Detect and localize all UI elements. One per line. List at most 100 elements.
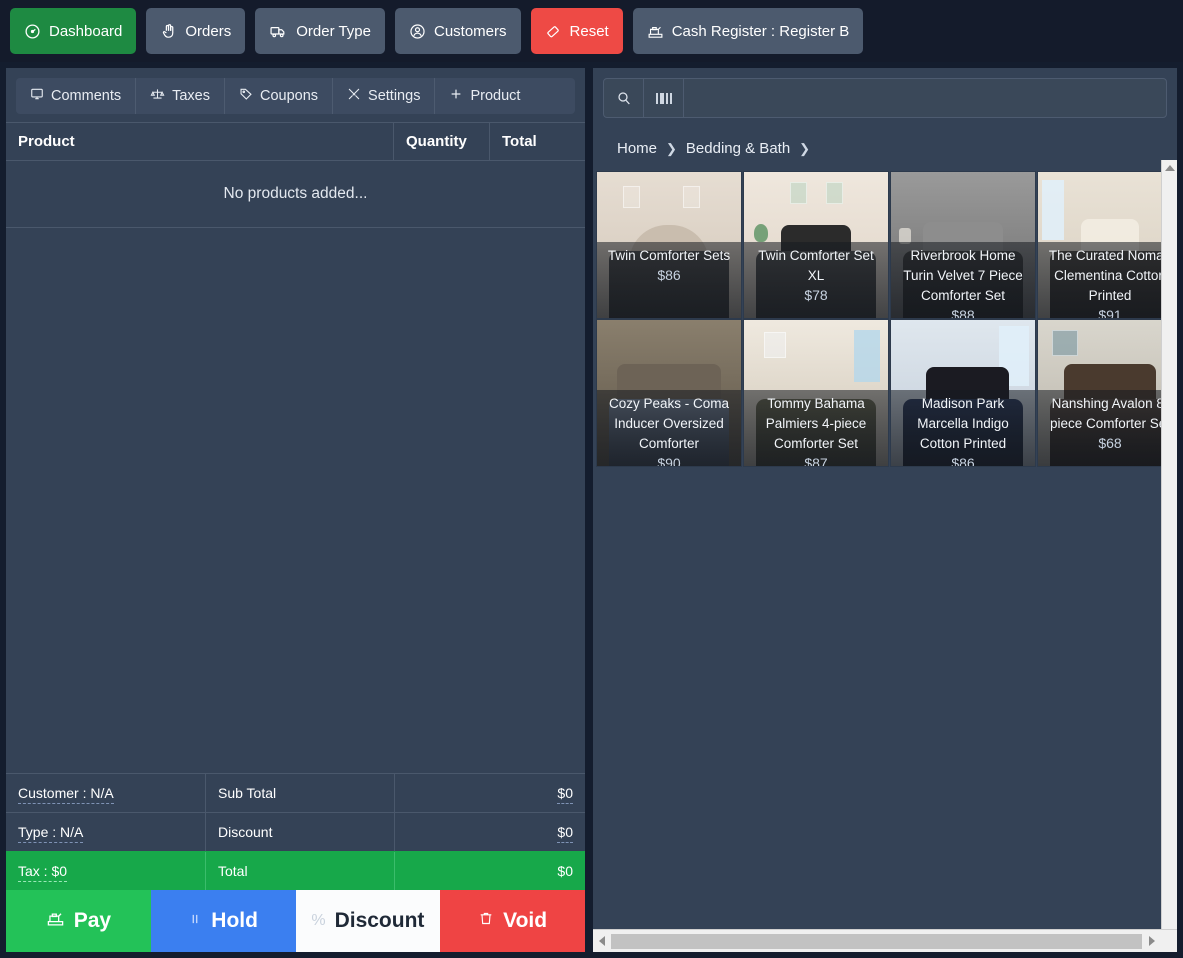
- tools-icon: [347, 87, 361, 105]
- discount-label: Discount: [334, 909, 425, 932]
- product-card[interactable]: Cozy Peaks - Coma Inducer Oversized Comf…: [596, 319, 742, 467]
- product-title: Riverbrook Home Turin Velvet 7 Piece Com…: [903, 248, 1023, 304]
- product-grid-scroll-area: Twin Comforter Sets $86 Twin Comforter S…: [593, 171, 1177, 952]
- scroll-right-button[interactable]: [1143, 936, 1160, 946]
- nav-button-cash-register[interactable]: Cash Register : Register B: [632, 8, 864, 54]
- customer-selector[interactable]: Customer : N/A: [6, 774, 206, 812]
- toolbar-filler: [534, 78, 575, 114]
- tab-taxes[interactable]: Taxes: [136, 78, 225, 114]
- product-title: Madison Park Marcella Indigo Cotton Prin…: [917, 396, 1009, 452]
- nav-label-customers: Customers: [434, 22, 507, 40]
- product-card[interactable]: Nanshing Avalon 8-piece Comforter Set $6…: [1037, 319, 1177, 467]
- chevron-right-icon: ❯: [666, 140, 677, 156]
- product-card[interactable]: Twin Comforter Set XL $78: [743, 171, 889, 319]
- product-title: Cozy Peaks - Coma Inducer Oversized Comf…: [608, 396, 730, 452]
- summary-row-total: Tax : $0 Total $0: [6, 851, 585, 890]
- hold-button[interactable]: Hold: [150, 890, 296, 952]
- products-panel: Home ❯ Bedding & Bath ❯ Twin Comforter S…: [593, 68, 1177, 952]
- trash-icon: [478, 909, 494, 933]
- truck-icon: [269, 23, 288, 40]
- plus-icon: [449, 87, 463, 105]
- product-price: $91: [1098, 307, 1122, 319]
- top-navigation-bar: Dashboard Orders Order Type Customers Re…: [0, 0, 1183, 62]
- product-title: Twin Comforter Set XL: [758, 248, 874, 284]
- product-price: $78: [804, 287, 828, 304]
- product-grid: Twin Comforter Sets $86 Twin Comforter S…: [596, 171, 1177, 467]
- search-bar: [603, 78, 1167, 118]
- void-button[interactable]: Void: [440, 890, 585, 952]
- product-card[interactable]: The Curated Nomad Clementina Cotton Prin…: [1037, 171, 1177, 319]
- nav-button-orders[interactable]: Orders: [146, 8, 246, 54]
- tag-icon: [239, 87, 253, 105]
- nav-button-dashboard[interactable]: Dashboard: [10, 8, 137, 54]
- column-header-total: Total: [489, 123, 585, 160]
- product-price: $87: [804, 455, 828, 467]
- main-layout: Comments Taxes Coupons Settings Product …: [0, 62, 1183, 958]
- dashboard-icon: [24, 23, 41, 40]
- horizontal-scroll-thumb[interactable]: [611, 933, 1142, 949]
- hand-pointer-icon: [160, 23, 177, 40]
- product-title: Tommy Bahama Palmiers 4-piece Comforter …: [765, 396, 867, 452]
- product-card[interactable]: Twin Comforter Sets $86: [596, 171, 742, 319]
- tab-label-add-product: Product: [470, 88, 521, 104]
- eraser-icon: [545, 23, 562, 40]
- cart-action-bar: Pay Hold % Discount Void: [6, 890, 585, 952]
- nav-label-order-type: Order Type: [296, 22, 371, 40]
- nav-label-orders: Orders: [185, 22, 232, 40]
- summary-row-subtotal: Customer : N/A Sub Total $0: [6, 773, 585, 812]
- product-card[interactable]: Madison Park Marcella Indigo Cotton Prin…: [890, 319, 1036, 467]
- comment-screen-icon: [30, 87, 44, 105]
- scale-balance-icon: [150, 87, 165, 105]
- product-price: $68: [1098, 435, 1122, 452]
- tab-coupons[interactable]: Coupons: [225, 78, 334, 114]
- cash-register-icon: [46, 909, 65, 934]
- summary-value-subtotal: $0: [395, 774, 585, 812]
- column-header-quantity: Quantity: [393, 123, 489, 160]
- nav-label-dashboard: Dashboard: [49, 22, 123, 40]
- summary-row-discount: Type : N/A Discount $0: [6, 812, 585, 851]
- nav-button-reset[interactable]: Reset: [530, 8, 623, 54]
- cart-table-header: Product Quantity Total: [6, 122, 585, 161]
- summary-label-discount: Discount: [206, 813, 395, 851]
- scroll-left-button[interactable]: [593, 936, 610, 946]
- product-price: $86: [657, 267, 681, 284]
- cart-panel: Comments Taxes Coupons Settings Product …: [6, 68, 585, 952]
- breadcrumb-item-category[interactable]: Bedding & Bath: [686, 140, 790, 157]
- column-header-product: Product: [18, 133, 75, 150]
- tab-add-product[interactable]: Product: [435, 78, 534, 114]
- product-price: $88: [951, 307, 975, 319]
- product-card[interactable]: Riverbrook Home Turin Velvet 7 Piece Com…: [890, 171, 1036, 319]
- nav-label-reset: Reset: [569, 22, 609, 40]
- scroll-up-icon[interactable]: [1164, 165, 1175, 171]
- search-icon[interactable]: [604, 79, 644, 117]
- tab-settings[interactable]: Settings: [333, 78, 436, 114]
- summary-label-total: Total: [206, 852, 395, 890]
- search-input[interactable]: [684, 79, 1166, 117]
- cart-empty-message: No products added...: [6, 161, 585, 228]
- breadcrumb: Home ❯ Bedding & Bath ❯: [593, 127, 1177, 171]
- order-type-selector[interactable]: Type : N/A: [6, 813, 206, 851]
- cart-toolbar: Comments Taxes Coupons Settings Product: [6, 68, 585, 122]
- barcode-icon[interactable]: [644, 79, 684, 117]
- breadcrumb-item-home[interactable]: Home: [617, 140, 657, 157]
- nav-button-customers[interactable]: Customers: [395, 8, 521, 54]
- tab-comments[interactable]: Comments: [16, 78, 137, 114]
- user-circle-icon: [409, 23, 426, 40]
- summary-value-total: $0: [557, 863, 573, 879]
- product-title: The Curated Nomad Clementina Cotton Prin…: [1048, 248, 1172, 304]
- product-card[interactable]: Tommy Bahama Palmiers 4-piece Comforter …: [743, 319, 889, 467]
- percent-icon: %: [311, 912, 326, 929]
- tax-selector[interactable]: Tax : $0: [6, 852, 206, 890]
- tab-label-comments: Comments: [51, 88, 122, 104]
- tab-label-settings: Settings: [368, 88, 421, 104]
- discount-button[interactable]: % Discount: [295, 890, 441, 952]
- pay-label: Pay: [73, 909, 112, 932]
- vertical-scrollbar[interactable]: [1161, 160, 1177, 929]
- pay-button[interactable]: Pay: [6, 890, 151, 952]
- pause-icon: [188, 909, 202, 933]
- tab-label-coupons: Coupons: [260, 88, 319, 104]
- nav-button-order-type[interactable]: Order Type: [255, 8, 385, 54]
- horizontal-scrollbar[interactable]: [593, 929, 1177, 952]
- hold-label: Hold: [211, 909, 258, 932]
- summary-value-discount[interactable]: $0: [395, 813, 585, 851]
